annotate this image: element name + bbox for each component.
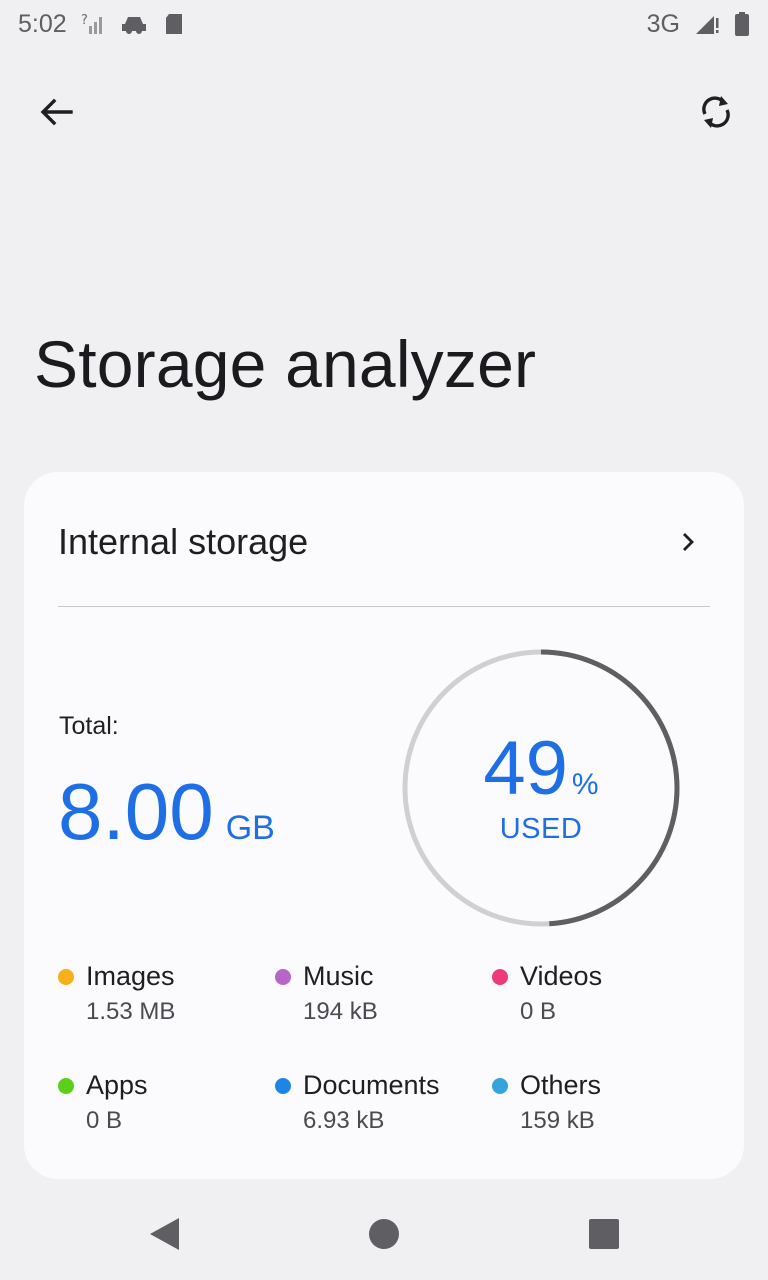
navigation-bar	[0, 1186, 768, 1280]
refresh-button[interactable]	[690, 86, 742, 138]
signal-question-icon: ?	[81, 12, 105, 36]
used-percent: 49 %	[483, 725, 599, 811]
recents-square-icon	[589, 1219, 619, 1249]
legend-dot	[275, 969, 291, 985]
nav-recents-button[interactable]	[584, 1214, 624, 1254]
app-bar	[0, 72, 768, 152]
used-label: USED	[499, 812, 583, 845]
status-left: 5:02 ?	[18, 10, 185, 39]
legend-name: Documents	[303, 1069, 440, 1100]
internal-storage-title: Internal storage	[58, 521, 309, 562]
gauge-label: 49 % USED	[400, 647, 682, 929]
legend-size: 0 B	[86, 1106, 123, 1134]
legend-dot	[58, 969, 74, 985]
legend-name: Images	[86, 961, 175, 991]
used-percent-value: 49	[483, 725, 568, 811]
legend-size: 1.53 MB	[86, 997, 176, 1025]
legend-name: Videos	[520, 961, 603, 991]
back-triangle-icon	[150, 1218, 179, 1250]
internal-storage-header[interactable]: Internal storage	[58, 512, 710, 572]
nav-home-button[interactable]	[364, 1214, 404, 1254]
legend-item-images[interactable]: Images 1.53 MB	[58, 960, 275, 1026]
nav-back-button[interactable]	[144, 1214, 184, 1254]
used-percent-symbol: %	[571, 767, 599, 801]
total-unit: GB	[225, 809, 275, 847]
car-icon	[119, 12, 149, 36]
internal-storage-card[interactable]: Internal storage Total: 8.00 GB 49 % USE…	[24, 472, 744, 1179]
legend-item-music[interactable]: Music 194 kB	[275, 960, 492, 1026]
legend-item-documents[interactable]: Documents 6.93 kB	[275, 1069, 492, 1135]
sd-card-icon	[163, 12, 185, 36]
legend-dot	[58, 1077, 74, 1094]
legend-size: 159 kB	[520, 1106, 595, 1134]
status-right: 3G	[647, 10, 750, 39]
legend-name: Music	[303, 961, 374, 991]
legend-name: Apps	[86, 1069, 148, 1100]
legend-dot	[275, 1077, 291, 1094]
storage-legend: Images 1.53 MB Music 194 kB Videos 0 B A…	[58, 960, 718, 1135]
back-button[interactable]	[30, 86, 82, 138]
total-label: Total:	[59, 712, 119, 740]
legend-item-videos[interactable]: Videos 0 B	[492, 960, 709, 1026]
total-number: 8.00	[58, 767, 214, 856]
svg-text:?: ?	[81, 13, 88, 28]
legend-size: 194 kB	[303, 997, 378, 1025]
chevron-right-icon	[683, 533, 694, 551]
legend-size: 6.93 kB	[303, 1106, 385, 1134]
signal-icon	[694, 12, 720, 36]
network-type: 3G	[646, 9, 680, 38]
status-time: 5:02	[18, 9, 67, 38]
total-value: 8.00 GB	[58, 772, 275, 852]
legend-item-others[interactable]: Others 159 kB	[492, 1069, 709, 1135]
legend-size: 0 B	[520, 997, 557, 1025]
legend-dot	[492, 969, 508, 985]
legend-name: Others	[520, 1069, 602, 1100]
battery-icon	[734, 11, 750, 37]
legend-dot	[492, 1077, 508, 1094]
status-bar: 5:02 ? 3G	[0, 0, 768, 48]
refresh-icon	[702, 96, 730, 128]
legend-item-apps[interactable]: Apps 0 B	[58, 1069, 275, 1135]
home-circle-icon	[369, 1219, 399, 1249]
page-title: Storage analyzer	[34, 327, 537, 401]
arrow-left-icon	[40, 98, 73, 126]
divider	[58, 606, 710, 607]
